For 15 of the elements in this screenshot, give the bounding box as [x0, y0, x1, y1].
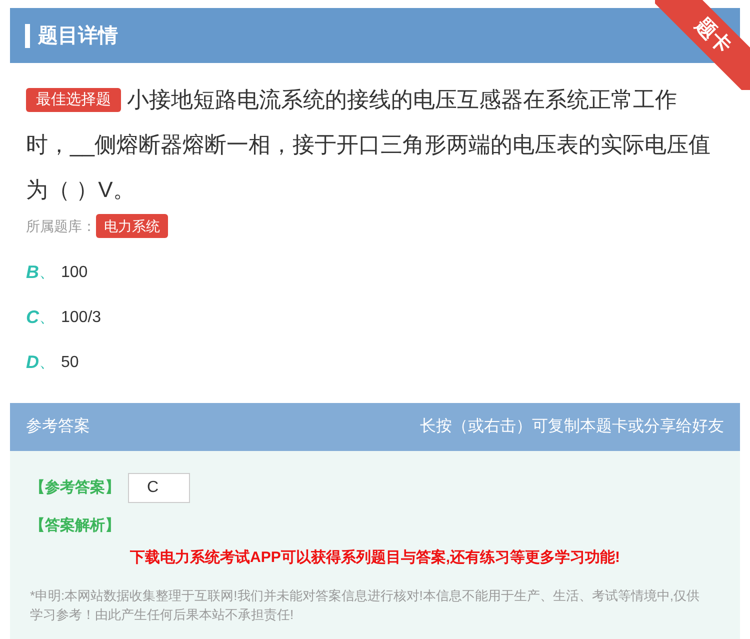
answer-value: C	[128, 473, 190, 503]
section-title: 题目详情	[38, 24, 118, 48]
answer-label: 【参考答案】	[30, 478, 120, 498]
answer-option: C、 100/3	[26, 305, 724, 330]
bank-label: 所属题库：	[26, 216, 96, 236]
promo-text: 下载电力系统考试APP可以获得系列题目与答案,还有练习等更多学习功能!	[130, 548, 620, 566]
answer-title: 参考答案	[26, 416, 90, 437]
question-type-tag: 最佳选择题	[26, 88, 121, 112]
answer-option: D、 50	[26, 350, 724, 375]
share-hint: 长按（或右击）可复制本题卡或分享给好友	[420, 416, 724, 437]
bank-tag: 电力系统	[96, 214, 168, 238]
accent-bar	[25, 24, 30, 48]
disclaimer-text: *申明:本网站数据收集整理于互联网!我们并未能对答案信息进行核对!本信息不能用于生产、生活、考试等情境中,仅供学习参考！由此产生任何后果本站不承担责任!	[30, 586, 701, 624]
answer-option: B、 100	[26, 260, 724, 285]
analysis-label: 【答案解析】	[30, 516, 121, 536]
